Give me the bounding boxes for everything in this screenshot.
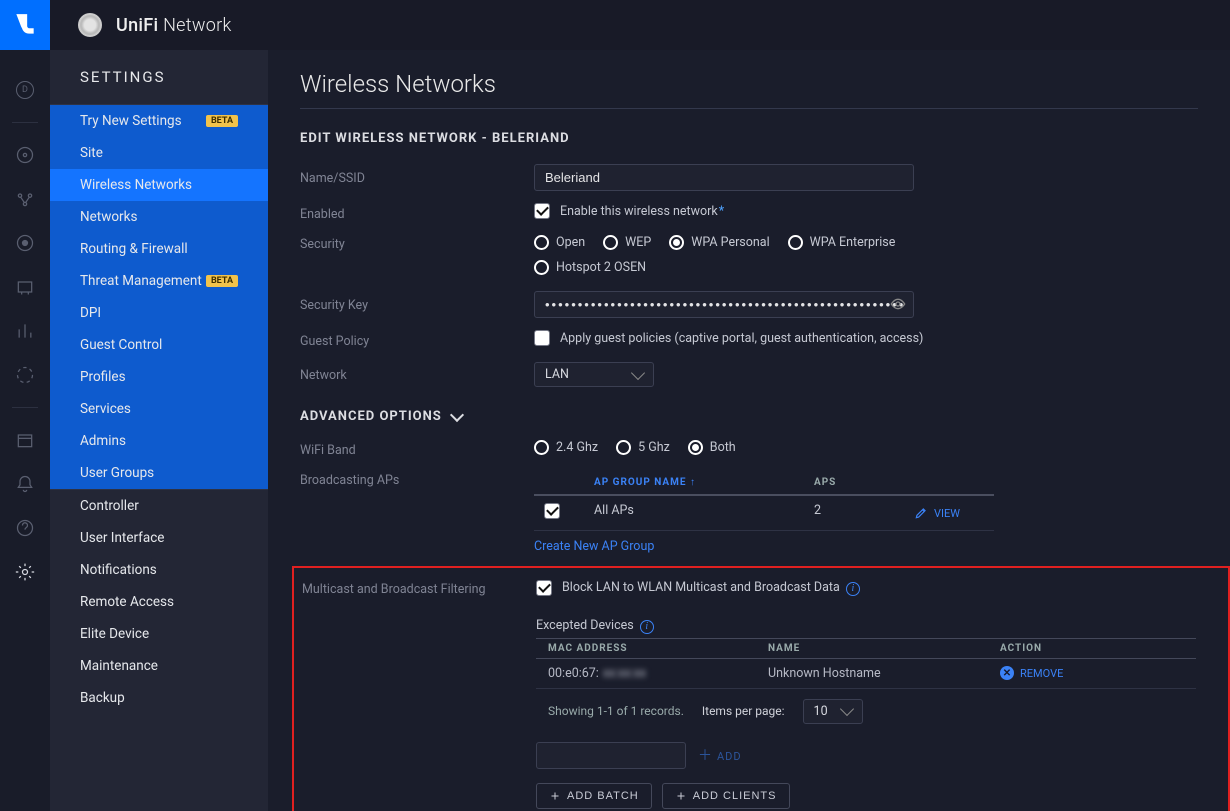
chevron-down-icon — [839, 702, 853, 716]
network-label: Network — [300, 366, 534, 383]
sidebar-item[interactable]: DPI — [50, 297, 268, 329]
sidebar-item[interactable]: User Interface — [50, 522, 268, 554]
sidebar-title: SETTINGS — [50, 68, 268, 104]
sidebar-item[interactable]: Threat ManagementBETA — [50, 265, 268, 297]
sidebar-item[interactable]: Remote Access — [50, 586, 268, 618]
security-label: Security — [300, 235, 534, 252]
sidebar-item[interactable]: Networks — [50, 201, 268, 233]
security-radio[interactable] — [534, 235, 549, 250]
chevron-down-icon — [450, 407, 464, 421]
beta-badge: BETA — [206, 115, 238, 127]
add-clients-button[interactable]: ADD CLIENTS — [662, 783, 790, 809]
sidebar-item[interactable]: Notifications — [50, 554, 268, 586]
broadcasting-aps-label: Broadcasting APs — [300, 471, 534, 488]
ssid-input[interactable] — [534, 164, 914, 191]
multicast-label: Multicast and Broadcast Filtering — [302, 580, 536, 597]
nav-settings-icon[interactable] — [13, 560, 37, 584]
remove-icon: ✕ — [1000, 666, 1014, 680]
band-radio[interactable] — [688, 440, 703, 455]
beta-badge: BETA — [206, 275, 238, 287]
security-radio[interactable] — [788, 235, 803, 250]
nav-dashboard-icon[interactable]: D — [13, 78, 37, 102]
chevron-down-icon — [631, 365, 645, 379]
band-radio[interactable] — [534, 440, 549, 455]
security-radio[interactable] — [534, 260, 549, 275]
key-label: Security Key — [300, 296, 534, 313]
sidebar-item[interactable]: Elite Device — [50, 618, 268, 650]
nav-help-icon[interactable] — [13, 516, 37, 540]
multicast-section-highlight: Multicast and Broadcast Filtering Block … — [292, 566, 1230, 811]
sidebar-item[interactable]: Services — [50, 393, 268, 425]
ap-group-checkbox[interactable] — [544, 503, 560, 519]
enabled-label: Enabled — [300, 205, 534, 222]
advanced-toggle[interactable]: ADVANCED OPTIONS — [300, 409, 1198, 424]
nav-insight-icon[interactable] — [13, 143, 37, 167]
network-select[interactable]: LAN — [534, 362, 654, 387]
sidebar-item[interactable]: Profiles — [50, 361, 268, 393]
nav-devices-icon[interactable] — [13, 231, 37, 255]
nav-alerts-icon[interactable] — [13, 472, 37, 496]
sidebar-item[interactable]: Controller — [50, 490, 268, 522]
pencil-icon — [914, 506, 928, 520]
add-link[interactable]: ＋ADD — [698, 745, 742, 765]
info-icon[interactable]: i — [846, 582, 860, 596]
sidebar-item[interactable]: Routing & Firewall — [50, 233, 268, 265]
remove-link[interactable]: ✕ REMOVE — [1000, 666, 1196, 681]
left-nav: D — [0, 50, 50, 811]
wifiband-label: WiFi Band — [300, 441, 534, 458]
guest-label: Guest Policy — [300, 332, 534, 349]
items-per-page-label: Items per page: — [702, 704, 785, 718]
security-radio[interactable] — [603, 235, 618, 250]
band-radio[interactable] — [616, 440, 631, 455]
ap-group-name-header[interactable]: AP GROUP NAME ↑ — [594, 477, 814, 488]
sidebar-item[interactable]: Wireless Networks — [50, 169, 268, 201]
sidebar-item[interactable]: Site — [50, 137, 268, 169]
controller-icon[interactable] — [78, 13, 102, 37]
enable-checkbox[interactable] — [534, 203, 550, 219]
sidebar-item[interactable]: Maintenance — [50, 650, 268, 682]
sidebar-item[interactable]: Try New SettingsBETA — [50, 105, 268, 137]
items-per-page-select[interactable]: 10 — [803, 699, 863, 724]
view-link[interactable]: VIEW — [914, 503, 994, 523]
mac-input[interactable] — [536, 742, 686, 769]
info-icon[interactable]: i — [640, 620, 654, 634]
create-ap-group-link[interactable]: Create New AP Group — [534, 539, 1198, 554]
showing-text: Showing 1-1 of 1 records. — [548, 704, 684, 718]
block-multicast-checkbox[interactable] — [536, 580, 552, 596]
page-title: Wireless Networks — [300, 70, 1198, 98]
sidebar-item[interactable]: Admins — [50, 425, 268, 457]
nav-events-icon[interactable] — [13, 428, 37, 452]
sidebar-item[interactable]: User Groups — [50, 457, 268, 489]
nav-clients-icon[interactable] — [13, 187, 37, 211]
mac-header: MAC ADDRESS — [536, 643, 768, 654]
security-radio[interactable] — [669, 235, 684, 250]
content-pane: Wireless Networks EDIT WIRELESS NETWORK … — [268, 50, 1230, 811]
aps-header[interactable]: APS — [814, 477, 914, 488]
nav-stats-icon[interactable] — [13, 319, 37, 343]
security-key-input[interactable] — [534, 291, 914, 318]
ubiquiti-logo[interactable] — [0, 0, 50, 50]
ap-group-row: All APs 2 VIEW — [534, 496, 994, 531]
app-title: UniFi Network — [116, 15, 232, 36]
add-batch-button[interactable]: ADD BATCH — [536, 783, 652, 809]
sidebar-item[interactable]: Guest Control — [50, 329, 268, 361]
excepted-devices-title: Excepted Devicesi — [536, 618, 1196, 634]
nav-ring-icon[interactable] — [13, 363, 37, 387]
settings-sidebar: SETTINGS Try New SettingsBETASiteWireles… — [50, 50, 268, 811]
device-row: 00:e0:67:xx:xx:xx Unknown Hostname ✕ REM… — [536, 659, 1196, 689]
sidebar-item[interactable]: Backup — [50, 682, 268, 714]
name-label: Name/SSID — [300, 169, 534, 186]
guest-checkbox[interactable] — [534, 330, 550, 346]
action-header: ACTION — [1000, 643, 1196, 654]
section-title: EDIT WIRELESS NETWORK - BELERIAND — [300, 131, 1198, 146]
name-header: NAME — [768, 643, 1000, 654]
eye-icon[interactable] — [890, 296, 906, 312]
nav-map-icon[interactable] — [13, 275, 37, 299]
